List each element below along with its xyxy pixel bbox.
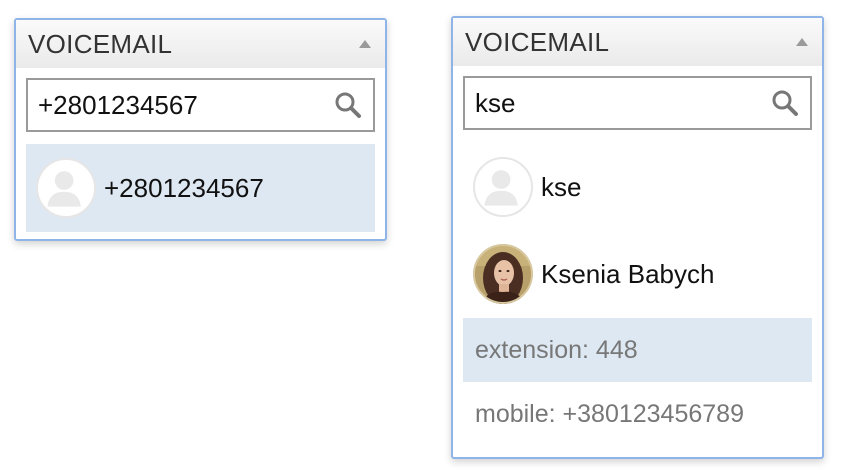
result-item[interactable]: Ksenia Babych (463, 240, 812, 308)
result-name: Ksenia Babych (541, 258, 715, 289)
avatar-photo (473, 244, 533, 304)
result-name: kse (541, 171, 582, 202)
caret-up-icon[interactable] (359, 40, 371, 48)
voicemail-dropdown-left: VOICEMAIL +2801234567 (14, 18, 387, 241)
caret-up-icon[interactable] (796, 38, 808, 46)
person-placeholder-icon (473, 157, 533, 217)
dropdown-header[interactable]: VOICEMAIL (453, 18, 822, 66)
search-icon[interactable] (770, 88, 800, 118)
person-placeholder-icon (36, 158, 96, 218)
dropdown-header[interactable]: VOICEMAIL (16, 20, 385, 68)
result-name: +2801234567 (104, 172, 264, 203)
result-item[interactable]: +2801234567 (26, 144, 375, 232)
phone-option-mobile[interactable]: mobile: +380123456789 (463, 382, 812, 446)
dropdown-title: VOICEMAIL (465, 26, 610, 57)
phone-option-label: extension: 448 (475, 335, 638, 364)
search-box (463, 76, 812, 130)
phone-option-label: mobile: +380123456789 (475, 399, 744, 428)
phone-option-extension[interactable]: extension: 448 (463, 318, 812, 382)
search-icon[interactable] (333, 90, 363, 120)
search-input[interactable] (28, 80, 333, 130)
result-item[interactable]: kse (463, 152, 812, 222)
voicemail-dropdown-right: VOICEMAIL kse kse Ksenia Babych extensio… (451, 16, 824, 459)
dropdown-title: VOICEMAIL (28, 28, 173, 59)
search-box (26, 78, 375, 132)
search-input[interactable] (465, 78, 770, 128)
